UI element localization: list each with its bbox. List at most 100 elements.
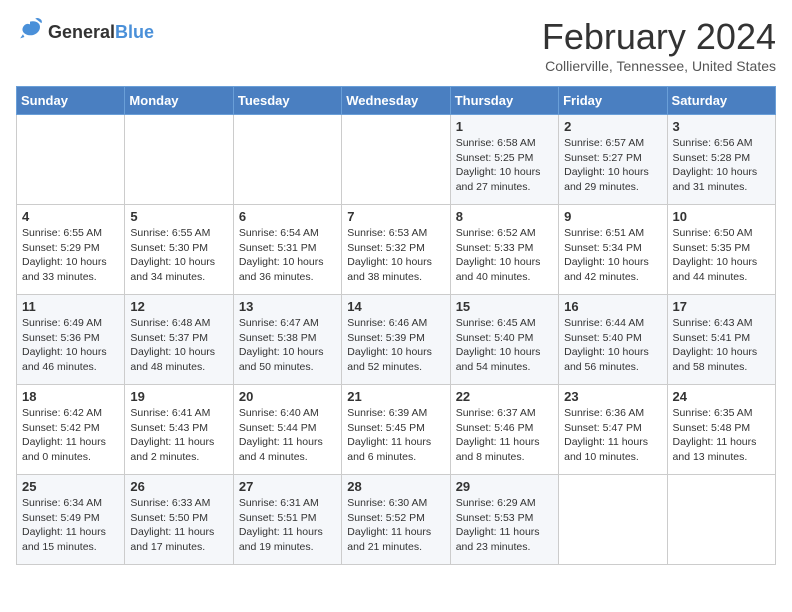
calendar-cell: 28 Sunrise: 6:30 AM Sunset: 5:52 PM Dayli… [342,475,450,565]
day-info: Sunrise: 6:46 AM Sunset: 5:39 PM Dayligh… [347,316,444,375]
calendar-cell: 13 Sunrise: 6:47 AM Sunset: 5:38 PM Dayli… [233,295,341,385]
calendar-cell: 5 Sunrise: 6:55 AM Sunset: 5:30 PM Daylig… [125,205,233,295]
day-info: Sunrise: 6:53 AM Sunset: 5:32 PM Dayligh… [347,226,444,285]
header-monday: Monday [125,87,233,115]
day-number: 26 [130,479,227,494]
day-number: 10 [673,209,770,224]
day-number: 17 [673,299,770,314]
calendar-cell: 16 Sunrise: 6:44 AM Sunset: 5:40 PM Dayli… [559,295,667,385]
header-wednesday: Wednesday [342,87,450,115]
day-info: Sunrise: 6:57 AM Sunset: 5:27 PM Dayligh… [564,136,661,195]
calendar-week-row: 1Sunrise: 6:58 AM Sunset: 5:25 PM Daylig… [17,115,776,205]
calendar-cell: 23Sunrise: 6:36 AM Sunset: 5:47 PM Dayli… [559,385,667,475]
day-info: Sunrise: 6:48 AM Sunset: 5:37 PM Dayligh… [130,316,227,375]
calendar-cell: 22 Sunrise: 6:37 AM Sunset: 5:46 PM Dayli… [450,385,558,475]
calendar-cell [17,115,125,205]
calendar-cell [342,115,450,205]
day-info: Sunrise: 6:34 AM Sunset: 5:49 PM Dayligh… [22,496,119,555]
day-info: Sunrise: 6:33 AM Sunset: 5:50 PM Dayligh… [130,496,227,555]
calendar-week-row: 11Sunrise: 6:49 AM Sunset: 5:36 PM Dayli… [17,295,776,385]
header-saturday: Saturday [667,87,775,115]
header-tuesday: Tuesday [233,87,341,115]
page-header: GeneralBlue February 2024 Collierville, … [16,16,776,74]
day-number: 5 [130,209,227,224]
logo: GeneralBlue [16,16,154,49]
day-info: Sunrise: 6:37 AM Sunset: 5:46 PM Dayligh… [456,406,553,465]
day-info: Sunrise: 6:31 AM Sunset: 5:51 PM Dayligh… [239,496,336,555]
title-block: February 2024 Collierville, Tennessee, U… [542,16,776,74]
day-info: Sunrise: 6:45 AM Sunset: 5:40 PM Dayligh… [456,316,553,375]
day-info: Sunrise: 6:47 AM Sunset: 5:38 PM Dayligh… [239,316,336,375]
day-info: Sunrise: 6:54 AM Sunset: 5:31 PM Dayligh… [239,226,336,285]
calendar-cell: 21Sunrise: 6:39 AM Sunset: 5:45 PM Dayli… [342,385,450,475]
day-number: 19 [130,389,227,404]
day-number: 18 [22,389,119,404]
day-number: 13 [239,299,336,314]
day-info: Sunrise: 6:52 AM Sunset: 5:33 PM Dayligh… [456,226,553,285]
calendar-cell: 26 Sunrise: 6:33 AM Sunset: 5:50 PM Dayli… [125,475,233,565]
calendar-cell [559,475,667,565]
day-info: Sunrise: 6:51 AM Sunset: 5:34 PM Dayligh… [564,226,661,285]
day-number: 24 [673,389,770,404]
day-number: 9 [564,209,661,224]
calendar-cell: 24 Sunrise: 6:35 AM Sunset: 5:48 PM Dayli… [667,385,775,475]
day-number: 6 [239,209,336,224]
day-info: Sunrise: 6:41 AM Sunset: 5:43 PM Dayligh… [130,406,227,465]
day-info: Sunrise: 6:42 AM Sunset: 5:42 PM Dayligh… [22,406,119,465]
day-number: 8 [456,209,553,224]
day-number: 12 [130,299,227,314]
calendar-week-row: 25 Sunrise: 6:34 AM Sunset: 5:49 PM Dayli… [17,475,776,565]
calendar-cell: 2Sunrise: 6:57 AM Sunset: 5:27 PM Daylig… [559,115,667,205]
calendar-cell: 29 Sunrise: 6:29 AM Sunset: 5:53 PM Dayli… [450,475,558,565]
day-info: Sunrise: 6:36 AM Sunset: 5:47 PM Dayligh… [564,406,661,465]
day-info: Sunrise: 6:50 AM Sunset: 5:35 PM Dayligh… [673,226,770,285]
day-info: Sunrise: 6:35 AM Sunset: 5:48 PM Dayligh… [673,406,770,465]
calendar-cell [667,475,775,565]
calendar-table: SundayMondayTuesdayWednesdayThursdayFrid… [16,86,776,565]
day-number: 22 [456,389,553,404]
logo-icon [16,16,44,44]
day-number: 11 [22,299,119,314]
day-number: 16 [564,299,661,314]
day-number: 28 [347,479,444,494]
calendar-cell: 17Sunrise: 6:43 AM Sunset: 5:41 PM Dayli… [667,295,775,385]
day-info: Sunrise: 6:29 AM Sunset: 5:53 PM Dayligh… [456,496,553,555]
day-info: Sunrise: 6:55 AM Sunset: 5:30 PM Dayligh… [130,226,227,285]
month-title: February 2024 [542,16,776,58]
day-info: Sunrise: 6:44 AM Sunset: 5:40 PM Dayligh… [564,316,661,375]
day-info: Sunrise: 6:30 AM Sunset: 5:52 PM Dayligh… [347,496,444,555]
calendar-cell: 19 Sunrise: 6:41 AM Sunset: 5:43 PM Dayli… [125,385,233,475]
subtitle: Collierville, Tennessee, United States [542,58,776,74]
day-number: 20 [239,389,336,404]
day-number: 3 [673,119,770,134]
logo-text: GeneralBlue [48,23,154,43]
calendar-cell: 18 Sunrise: 6:42 AM Sunset: 5:42 PM Dayli… [17,385,125,475]
calendar-cell: 4Sunrise: 6:55 AM Sunset: 5:29 PM Daylig… [17,205,125,295]
day-number: 29 [456,479,553,494]
day-number: 27 [239,479,336,494]
day-info: Sunrise: 6:39 AM Sunset: 5:45 PM Dayligh… [347,406,444,465]
day-info: Sunrise: 6:58 AM Sunset: 5:25 PM Dayligh… [456,136,553,195]
calendar-cell [233,115,341,205]
header-sunday: Sunday [17,87,125,115]
calendar-cell: 12 Sunrise: 6:48 AM Sunset: 5:37 PM Dayli… [125,295,233,385]
day-number: 14 [347,299,444,314]
calendar-header-row: SundayMondayTuesdayWednesdayThursdayFrid… [17,87,776,115]
day-info: Sunrise: 6:56 AM Sunset: 5:28 PM Dayligh… [673,136,770,195]
calendar-cell: 20 Sunrise: 6:40 AM Sunset: 5:44 PM Dayli… [233,385,341,475]
header-friday: Friday [559,87,667,115]
calendar-week-row: 4Sunrise: 6:55 AM Sunset: 5:29 PM Daylig… [17,205,776,295]
calendar-cell: 11Sunrise: 6:49 AM Sunset: 5:36 PM Dayli… [17,295,125,385]
calendar-week-row: 18 Sunrise: 6:42 AM Sunset: 5:42 PM Dayli… [17,385,776,475]
header-thursday: Thursday [450,87,558,115]
day-number: 15 [456,299,553,314]
day-number: 7 [347,209,444,224]
day-number: 25 [22,479,119,494]
calendar-cell: 9 Sunrise: 6:51 AM Sunset: 5:34 PM Daylig… [559,205,667,295]
calendar-cell: 1Sunrise: 6:58 AM Sunset: 5:25 PM Daylig… [450,115,558,205]
calendar-cell: 25 Sunrise: 6:34 AM Sunset: 5:49 PM Dayli… [17,475,125,565]
calendar-cell: 14 Sunrise: 6:46 AM Sunset: 5:39 PM Dayli… [342,295,450,385]
day-info: Sunrise: 6:40 AM Sunset: 5:44 PM Dayligh… [239,406,336,465]
calendar-cell: 7 Sunrise: 6:53 AM Sunset: 5:32 PM Daylig… [342,205,450,295]
calendar-cell [125,115,233,205]
